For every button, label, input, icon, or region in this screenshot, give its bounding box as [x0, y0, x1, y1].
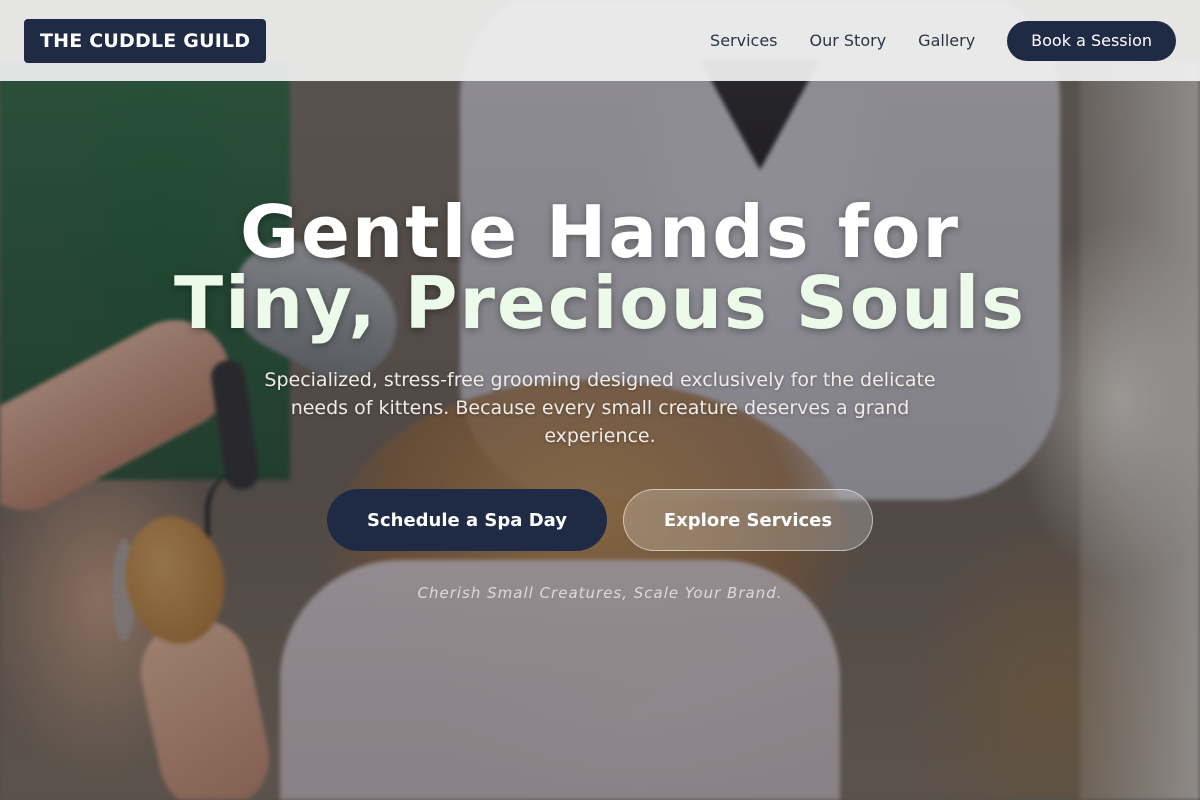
headline-line-2: Tiny, Precious Souls	[173, 261, 1027, 345]
hero-subtitle: Specialized, stress-free grooming design…	[264, 369, 936, 447]
schedule-spa-day-button[interactable]: Schedule a Spa Day	[327, 489, 607, 551]
headline-line-1: Gentle Hands for	[239, 190, 961, 274]
site-logo[interactable]: THE CUDDLE GUILD	[24, 18, 267, 63]
nav-link-services[interactable]: Services	[710, 31, 777, 50]
nav-link-gallery[interactable]: Gallery	[918, 31, 975, 50]
book-session-button[interactable]: Book a Session	[1007, 20, 1176, 61]
explore-services-button[interactable]: Explore Services	[623, 489, 873, 551]
nav-links: Services Our Story Gallery Book a Sessio…	[678, 20, 1176, 61]
hero-tagline: Cherish Small Creatures, Scale Your Bran…	[417, 584, 783, 602]
hero-section: Gentle Hands for Tiny, Precious Souls Sp…	[0, 0, 1200, 800]
top-navigation: THE CUDDLE GUILD Services Our Story Gall…	[0, 0, 1200, 81]
nav-link-our-story[interactable]: Our Story	[810, 31, 887, 50]
